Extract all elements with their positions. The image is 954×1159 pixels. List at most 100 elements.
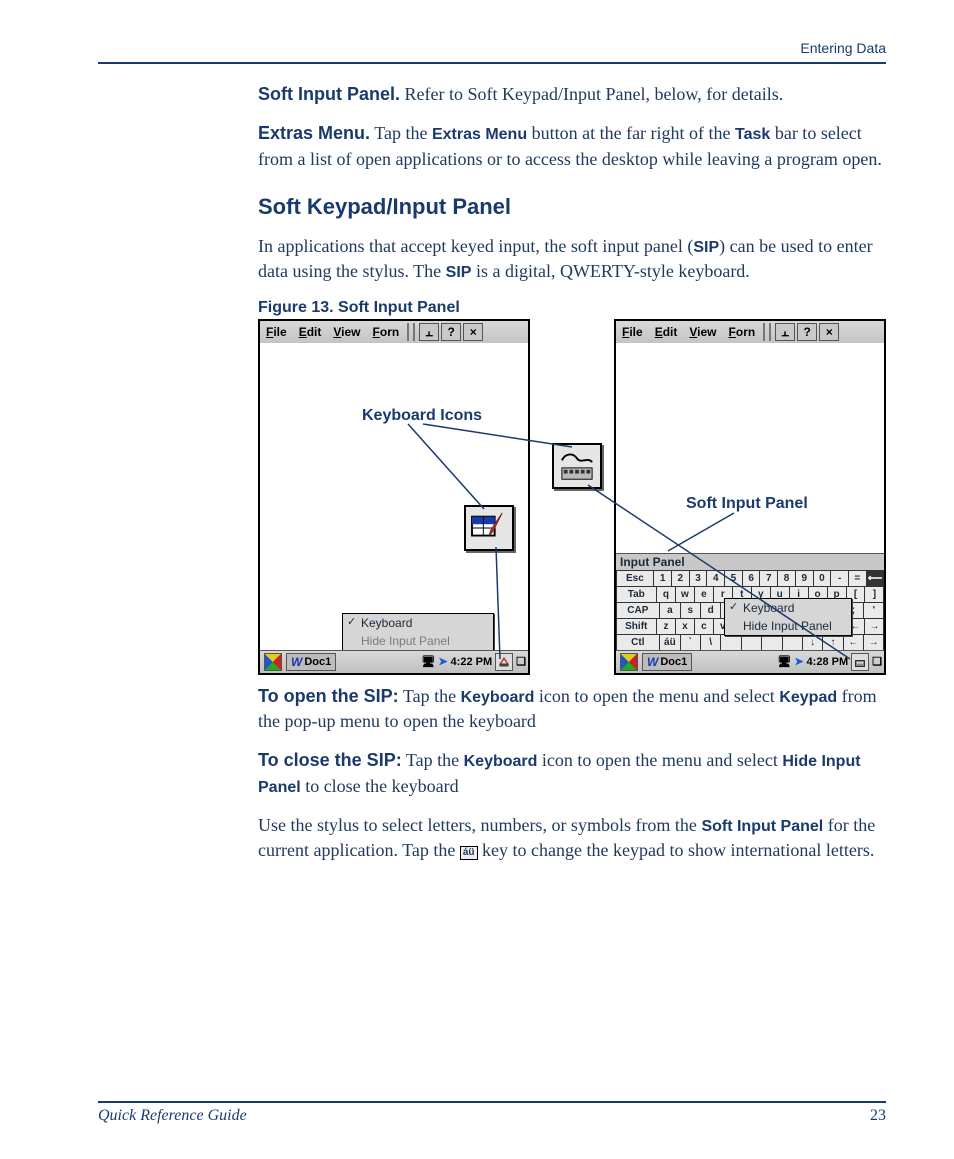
key[interactable]: x	[675, 618, 695, 635]
help-icon[interactable]: ?	[797, 323, 817, 341]
run-in-heading: Soft Input Panel.	[258, 84, 400, 104]
callout-keyboard-icons: Keyboard Icons	[362, 407, 482, 425]
key[interactable]: -	[830, 570, 849, 587]
popup-item-hide[interactable]: Hide Input Panel	[343, 632, 493, 650]
keyboard-pen-icon	[464, 505, 514, 551]
clock: 4:28 PM	[807, 656, 849, 668]
ui-ref: Key­pad	[779, 689, 837, 706]
key[interactable]: 1	[653, 570, 672, 587]
page-footer: Quick Reference Guide 23	[98, 1101, 886, 1125]
close-icon[interactable]: ×	[463, 323, 483, 341]
key[interactable]: 9	[795, 570, 814, 587]
tray: 🖥 ➤ 4:22 PM ❏	[421, 653, 528, 671]
key[interactable]: ↓	[802, 634, 823, 651]
speaker-icon[interactable]: ➤	[794, 655, 803, 668]
close-icon[interactable]: ×	[819, 323, 839, 341]
key[interactable]: CAP	[616, 602, 661, 619]
menu-edit[interactable]: Edit	[649, 325, 684, 339]
start-icon[interactable]	[264, 653, 282, 671]
key[interactable]: 7	[759, 570, 778, 587]
key[interactable]: áü	[659, 634, 680, 651]
menu-format[interactable]: Forn	[367, 325, 406, 339]
windows-icon[interactable]: ❏	[872, 655, 882, 668]
key[interactable]: 6	[742, 570, 761, 587]
key[interactable]: Shift	[616, 618, 658, 635]
para-sip-desc: In applications that accept keyed input,…	[258, 234, 886, 285]
popup-item-hide[interactable]: Hide Input Panel	[725, 617, 851, 635]
kb-row5: Ctláü`\ ↓↑←→	[616, 635, 884, 651]
taskbar-doc-button[interactable]: W Doc1	[642, 653, 692, 671]
key[interactable]: 8	[777, 570, 796, 587]
help-icon[interactable]: ?	[441, 323, 461, 341]
run-in-heading: To open the SIP:	[258, 686, 399, 706]
key[interactable]: e	[694, 586, 714, 603]
key[interactable]	[741, 634, 762, 651]
windows-icon[interactable]: ❏	[516, 655, 526, 668]
key[interactable]: Ctl	[616, 634, 661, 651]
key[interactable]: d	[700, 602, 721, 619]
section-heading: Soft Keypad/Input Panel	[258, 194, 886, 220]
key[interactable]	[761, 634, 782, 651]
keyboard-tray-icon[interactable]	[851, 653, 869, 671]
key[interactable]: s	[680, 602, 701, 619]
taskbar-doc-button[interactable]: W Doc1	[286, 653, 336, 671]
menu-view[interactable]: View	[683, 325, 722, 339]
desktop-icon[interactable]: 🖥	[421, 655, 435, 668]
desktop-icon[interactable]: 🖥	[777, 655, 791, 668]
popup-item-keyboard[interactable]: Keyboard	[725, 599, 851, 617]
text: Use the stylus to select letters, number…	[258, 815, 701, 835]
key[interactable]: Esc	[616, 570, 655, 587]
word-icon: W	[647, 655, 658, 669]
key[interactable]: `	[680, 634, 701, 651]
key[interactable]: \	[700, 634, 721, 651]
key[interactable]: a	[659, 602, 680, 619]
key[interactable]	[782, 634, 803, 651]
text: icon to open the menu and select	[537, 750, 782, 770]
clock: 4:22 PM	[451, 656, 493, 668]
key[interactable]: =	[848, 570, 867, 587]
para-close-sip: To close the SIP: Tap the Keyboard icon …	[258, 748, 886, 799]
menu-edit[interactable]: Edit	[293, 325, 328, 339]
key[interactable]: ]	[864, 586, 884, 603]
key[interactable]: →	[864, 618, 884, 635]
key[interactable]: 3	[689, 570, 708, 587]
key[interactable]: '	[863, 602, 884, 619]
menu-file[interactable]: File	[616, 325, 649, 339]
menu-view[interactable]: View	[327, 325, 366, 339]
key[interactable]: w	[675, 586, 695, 603]
key[interactable]: 5	[724, 570, 743, 587]
figure-caption: Figure 13. Soft Input Panel	[258, 299, 886, 317]
key[interactable]: ←	[843, 634, 864, 651]
tray: 🖥 ➤ 4:28 PM ❏	[777, 653, 884, 671]
key[interactable]	[720, 634, 741, 651]
menubar: File Edit View Forn ⫠ ? ×	[616, 321, 884, 344]
key[interactable]: z	[656, 618, 676, 635]
speaker-icon[interactable]: ➤	[438, 655, 447, 668]
menu-separator-icon	[407, 323, 415, 341]
key[interactable]: 2	[671, 570, 690, 587]
ui-ref: Soft Input Panel	[701, 818, 823, 835]
key[interactable]: 4	[706, 570, 725, 587]
key[interactable]: ↑	[822, 634, 843, 651]
menu-file[interactable]: File	[260, 325, 293, 339]
taskbar: W Doc1 🖥 ➤ 4:22 PM ❏	[260, 650, 528, 673]
para-open-sip: To open the SIP: Tap the Keyboard icon t…	[258, 684, 886, 735]
pin-icon[interactable]: ⫠	[775, 323, 795, 341]
key[interactable]: 0	[813, 570, 832, 587]
text: Tap the	[399, 686, 461, 706]
key[interactable]: c	[694, 618, 714, 635]
popup-item-keyboard[interactable]: Keyboard	[343, 614, 493, 632]
keyboard-tray-icon[interactable]	[495, 653, 513, 671]
menu-format[interactable]: Forn	[723, 325, 762, 339]
menubar: File Edit View Forn ⫠ ? ×	[260, 321, 528, 344]
keyboard-popup: Keyboard Hide Input Panel	[724, 598, 852, 636]
pin-icon[interactable]: ⫠	[419, 323, 439, 341]
text: key to change the keypad to show interna…	[478, 840, 875, 860]
start-icon[interactable]	[620, 653, 638, 671]
key[interactable]: q	[656, 586, 676, 603]
page-number: 23	[870, 1107, 886, 1125]
key[interactable]: Tab	[616, 586, 658, 603]
key[interactable]: ⟵	[866, 570, 885, 587]
text: Refer to Soft Keypad/Input Panel, below,…	[400, 84, 783, 104]
key[interactable]: →	[863, 634, 884, 651]
